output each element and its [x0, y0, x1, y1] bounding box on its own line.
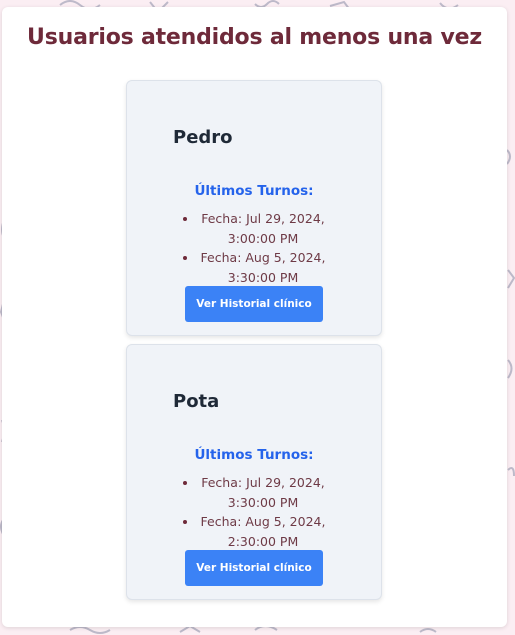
turnos-heading: Últimos Turnos:	[194, 447, 314, 463]
turno-item: Fecha: Jul 29, 2024, 3:00:00 PM	[183, 209, 333, 248]
ver-historial-button[interactable]: Ver Historial clínico	[185, 286, 323, 322]
bullet-icon	[183, 520, 187, 524]
turno-date: Fecha: Jul 29, 2024,	[201, 211, 325, 226]
user-card: Pota Últimos Turnos: Fecha: Jul 29, 2024…	[126, 344, 382, 600]
bullet-icon	[183, 217, 187, 221]
turno-date: Fecha: Jul 29, 2024,	[201, 475, 325, 490]
turno-date: Fecha: Aug 5, 2024,	[200, 514, 326, 529]
turno-time: 3:30:00 PM	[227, 494, 299, 510]
users-panel: Usuarios atendidos al menos una vez Pedr…	[2, 7, 507, 627]
turno-item: Fecha: Aug 5, 2024, 3:30:00 PM	[183, 248, 333, 287]
turnos-list: Fecha: Jul 29, 2024, 3:30:00 PM Fecha: A…	[127, 473, 381, 551]
turno-time: 3:30:00 PM	[227, 269, 299, 285]
turno-item: Fecha: Aug 5, 2024, 2:30:00 PM	[183, 512, 333, 551]
page-title: Usuarios atendidos al menos una vez	[27, 25, 482, 50]
turno-time: 2:30:00 PM	[227, 533, 299, 549]
turno-date: Fecha: Aug 5, 2024,	[200, 250, 326, 265]
bullet-icon	[183, 481, 187, 485]
user-name: Pota	[173, 391, 220, 412]
turno-time: 3:00:00 PM	[227, 230, 299, 246]
turno-item: Fecha: Jul 29, 2024, 3:30:00 PM	[183, 473, 333, 512]
user-name: Pedro	[173, 127, 233, 148]
ver-historial-button[interactable]: Ver Historial clínico	[185, 550, 323, 586]
bullet-icon	[183, 256, 187, 260]
turnos-heading: Últimos Turnos:	[194, 183, 314, 199]
user-card: Pedro Últimos Turnos: Fecha: Jul 29, 202…	[126, 80, 382, 336]
turnos-list: Fecha: Jul 29, 2024, 3:00:00 PM Fecha: A…	[127, 209, 381, 287]
